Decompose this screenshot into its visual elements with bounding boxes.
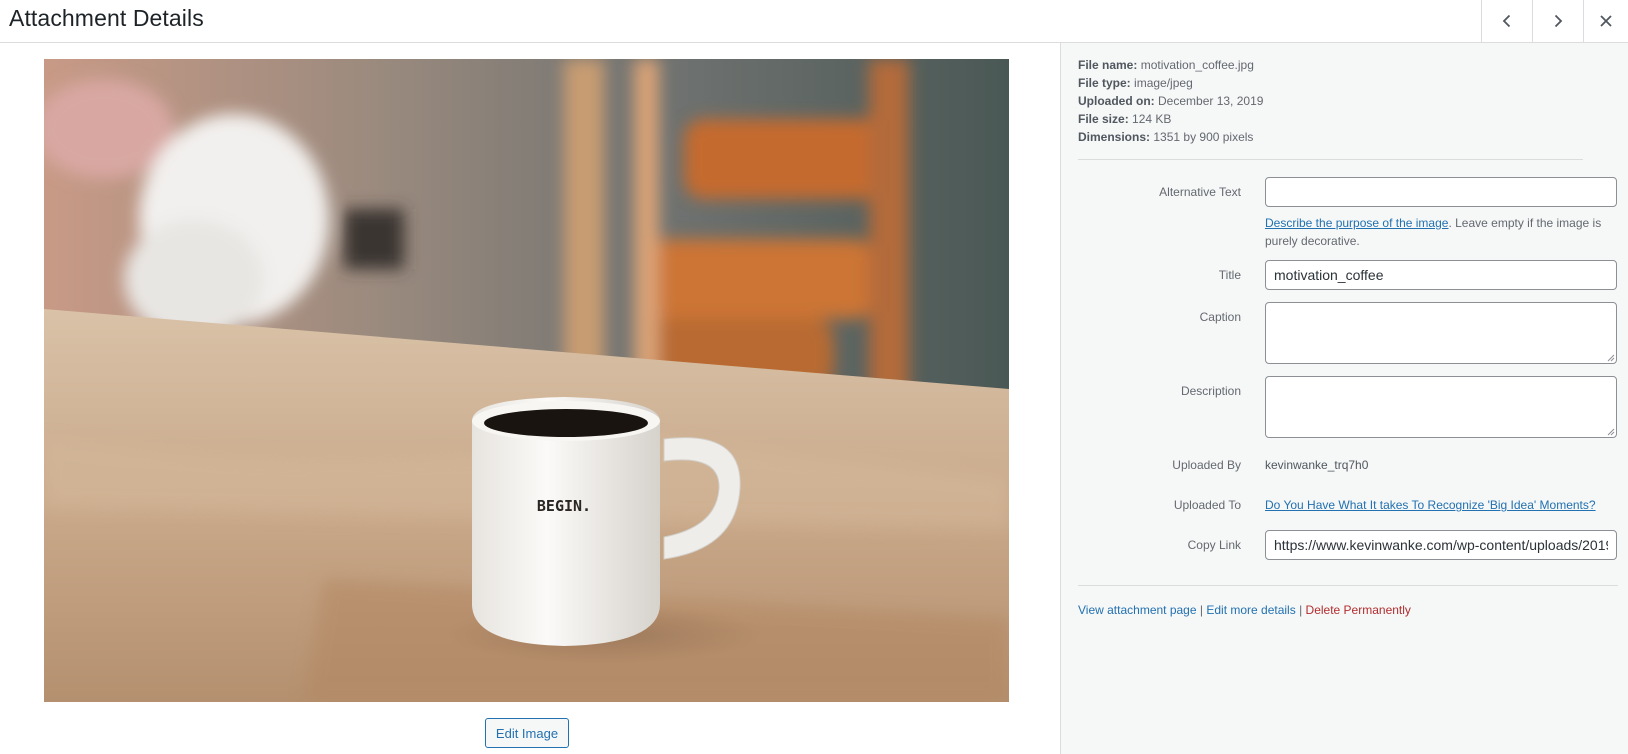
delete-permanently-link[interactable]: Delete Permanently — [1306, 603, 1411, 617]
resize-grip-icon[interactable] — [1606, 427, 1615, 436]
modal-header: Attachment Details — [0, 0, 1628, 43]
uploaded-by-label: Uploaded By — [1172, 458, 1241, 472]
file-details: File name: motivation_coffee.jpg File ty… — [1078, 56, 1263, 146]
uploaded-on-label: Uploaded on: — [1078, 94, 1155, 108]
dimensions: 1351 by 900 pixels — [1153, 130, 1254, 144]
edit-more-details-link[interactable]: Edit more details — [1206, 603, 1295, 617]
description-label: Description — [1180, 384, 1241, 398]
alt-text-help: Describe the purpose of the image. Leave… — [1265, 214, 1610, 250]
chevron-left-icon — [1502, 14, 1511, 28]
mug-text: BEGIN. — [537, 497, 591, 515]
file-size-label: File size: — [1078, 112, 1129, 126]
previous-button[interactable] — [1481, 0, 1532, 42]
page-title: Attachment Details — [9, 5, 204, 31]
media-preview-pane: BEGIN. Edit Image — [0, 43, 1060, 754]
attachment-image: BEGIN. — [44, 59, 1009, 702]
next-button[interactable] — [1532, 0, 1583, 42]
copy-link-label: Copy Link — [1187, 538, 1241, 552]
caption-textarea[interactable] — [1265, 302, 1617, 364]
attachment-info-sidebar: File name: motivation_coffee.jpg File ty… — [1060, 43, 1628, 754]
separator: | — [1299, 603, 1303, 617]
coffee-mug-photo: BEGIN. — [44, 59, 1009, 702]
alt-text-input[interactable] — [1265, 177, 1617, 207]
close-icon — [1600, 15, 1612, 27]
alt-text-help-link[interactable]: Describe the purpose of the image — [1265, 216, 1448, 230]
uploaded-on: December 13, 2019 — [1158, 94, 1264, 108]
divider — [1078, 585, 1618, 586]
title-input[interactable] — [1265, 260, 1617, 290]
chevron-right-icon — [1554, 14, 1563, 28]
uploaded-by-value: kevinwanke_trq7h0 — [1265, 458, 1369, 472]
edit-image-button[interactable]: Edit Image — [485, 718, 569, 748]
file-name: motivation_coffee.jpg — [1140, 58, 1254, 72]
description-textarea[interactable] — [1265, 376, 1617, 438]
separator: | — [1199, 603, 1203, 617]
file-name-label: File name: — [1078, 58, 1138, 72]
file-type: image/jpeg — [1134, 76, 1193, 90]
attachment-actions: View attachment page | Edit more details… — [1078, 603, 1411, 617]
view-attachment-page-link[interactable]: View attachment page — [1078, 603, 1197, 617]
uploaded-to-label: Uploaded To — [1173, 498, 1241, 512]
copy-link-input[interactable] — [1265, 530, 1617, 560]
title-label: Title — [1218, 268, 1241, 282]
alt-text-label: Alternative Text — [1159, 185, 1241, 199]
resize-grip-icon[interactable] — [1606, 353, 1615, 362]
close-button[interactable] — [1583, 0, 1628, 42]
dimensions-label: Dimensions: — [1078, 130, 1151, 144]
uploaded-to-link[interactable]: Do You Have What It takes To Recognize '… — [1265, 498, 1596, 512]
caption-label: Caption — [1199, 310, 1241, 324]
file-size: 124 KB — [1132, 112, 1172, 126]
divider — [1078, 159, 1583, 160]
file-type-label: File type: — [1078, 76, 1131, 90]
